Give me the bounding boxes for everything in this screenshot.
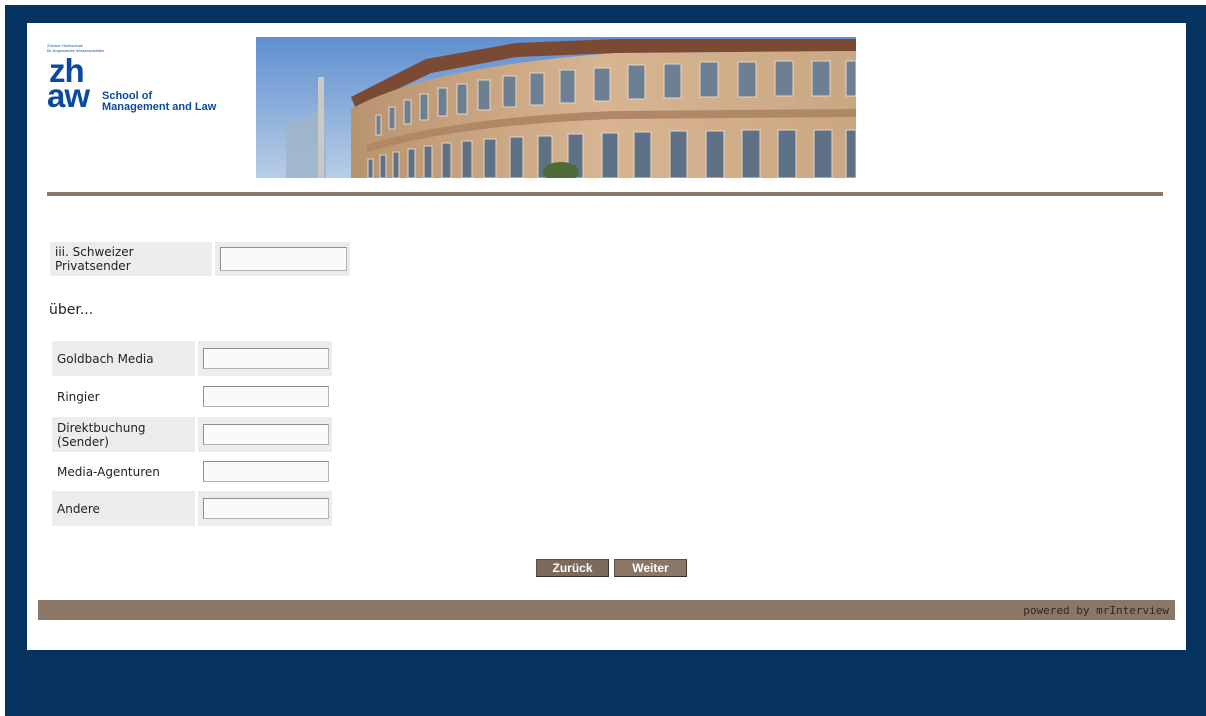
- row-label-goldbach: Goldbach Media: [52, 341, 195, 376]
- back-button[interactable]: Zurück: [536, 559, 609, 577]
- row-field-cell-ringier: [198, 379, 332, 414]
- list-row-goldbach: Goldbach Media: [52, 341, 332, 376]
- row-label-andere: Andere: [52, 491, 195, 526]
- logo-school-line-2: Management and Law: [102, 101, 217, 113]
- building-banner-image: [256, 37, 856, 178]
- subheading: über...: [49, 302, 94, 318]
- question-label: iii. Schweizer Privatsender: [50, 242, 212, 276]
- direktbuchung-input[interactable]: [203, 424, 329, 445]
- row-field-cell-media-agenturen: [198, 454, 332, 489]
- list-row-media-agenturen: Media-Agenturen: [52, 454, 332, 489]
- row-label-direktbuchung: Direktbuchung (Sender): [52, 417, 195, 452]
- list-row-direktbuchung: Direktbuchung (Sender): [52, 417, 332, 452]
- list-row-ringier: Ringier: [52, 379, 332, 414]
- question-row-privatsender: iii. Schweizer Privatsender: [50, 242, 350, 276]
- row-field-cell-goldbach: [198, 341, 332, 376]
- next-button[interactable]: Weiter: [614, 559, 687, 577]
- powered-by-text: powered by mrInterview: [1023, 603, 1169, 617]
- goldbach-input[interactable]: [203, 348, 329, 369]
- footer-bar: powered by mrInterview: [38, 600, 1175, 620]
- zhaw-logo: Zürcher Hochschule für Angewandte Wissen…: [47, 43, 237, 123]
- header-divider: [47, 192, 1163, 196]
- row-label-media-agenturen: Media-Agenturen: [52, 454, 195, 489]
- row-field-cell-direktbuchung: [198, 417, 332, 452]
- outer-frame: Zürcher Hochschule für Angewandte Wissen…: [5, 5, 1206, 716]
- media-agenturen-input[interactable]: [203, 461, 329, 482]
- survey-panel: Zürcher Hochschule für Angewandte Wissen…: [27, 23, 1186, 650]
- privatsender-input[interactable]: [220, 247, 347, 271]
- ringier-input[interactable]: [203, 386, 329, 407]
- logo-school-name: School of Management and Law: [102, 91, 216, 113]
- row-field-cell-andere: [198, 491, 332, 526]
- list-row-andere: Andere: [52, 491, 332, 526]
- andere-input[interactable]: [203, 498, 329, 519]
- question-field-cell: [215, 242, 350, 276]
- logo-aw: aw: [47, 77, 90, 114]
- row-label-ringier: Ringier: [52, 379, 195, 414]
